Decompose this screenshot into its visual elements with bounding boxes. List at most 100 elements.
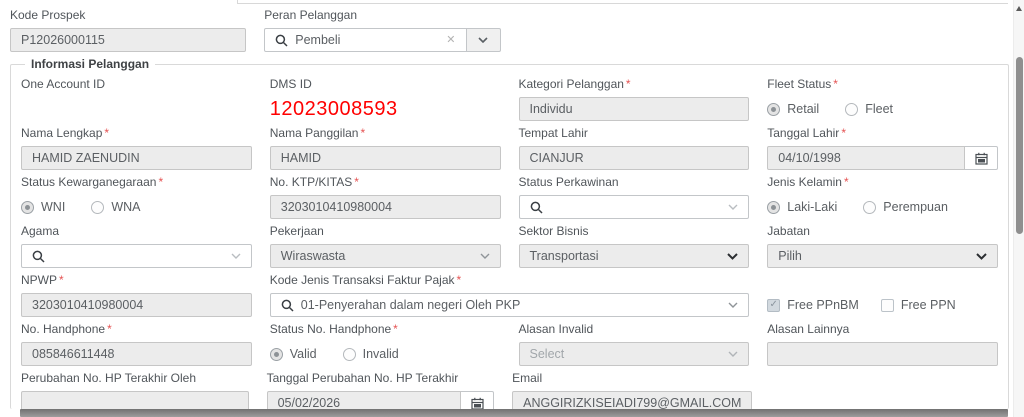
- radio-valid[interactable]: Valid: [270, 347, 317, 361]
- agama-combobox[interactable]: [21, 244, 252, 268]
- row-tax: NPWP* 3203010410980004 Kode Jenis Transa…: [21, 273, 998, 317]
- radio-icon: [21, 201, 34, 214]
- field-sektor-bisnis: Sektor Bisnis Transportasi: [519, 224, 750, 268]
- status-perkawinan-label: Status Perkawinan: [519, 175, 750, 189]
- clear-icon[interactable]: ✕: [446, 35, 455, 46]
- peran-pelanggan-input[interactable]: Pembeli ✕: [264, 28, 466, 52]
- jabatan-select[interactable]: Pilih: [767, 244, 998, 268]
- alasan-lainnya-label: Alasan Lainnya: [767, 322, 998, 336]
- one-account-id-value: [21, 97, 252, 121]
- tanggal-lahir-datepicker: 04/10/1998: [767, 146, 998, 170]
- field-npwp: NPWP* 3203010410980004: [21, 273, 252, 317]
- checkbox-unchecked-icon: [881, 299, 894, 312]
- npwp-label: NPWP*: [21, 273, 252, 287]
- radio-retail[interactable]: Retail: [767, 102, 819, 116]
- customer-form-page: Kode Prospek P12026000115 Peran Pelangga…: [0, 0, 1024, 417]
- field-free-tax-checkboxes: Free PPnBM Free PPN: [767, 273, 998, 317]
- top-row-spacer-1: [519, 8, 755, 52]
- free-ppnbm-checkbox[interactable]: Free PPnBM: [767, 298, 859, 312]
- field-jabatan: Jabatan Pilih: [767, 224, 998, 268]
- email-label: Email: [512, 371, 752, 385]
- peran-pelanggan-label: Peran Pelanggan: [264, 8, 500, 22]
- alasan-lainnya-input: [767, 342, 998, 366]
- required-asterisk: *: [393, 322, 398, 336]
- kode-jenis-transaksi-label: Kode Jenis Transaksi Faktur Pajak*: [270, 273, 750, 287]
- tax-checkbox-group: Free PPnBM Free PPN: [767, 293, 998, 317]
- field-kode-jenis-transaksi: Kode Jenis Transaksi Faktur Pajak* 01-Pe…: [270, 273, 750, 317]
- tanggal-lahir-calendar-button[interactable]: [965, 146, 998, 170]
- peran-pelanggan-combobox[interactable]: Pembeli ✕: [264, 28, 500, 52]
- field-status-kewarganegaraan: Status Kewarganegaraan* WNI WNA: [21, 175, 252, 219]
- tab-panel-top-border: [237, 3, 1008, 4]
- row-occupation: Agama Pekerjaan Wiraswasta Sektor Bi: [21, 224, 998, 268]
- status-kewarganegaraan-label: Status Kewarganegaraan*: [21, 175, 252, 189]
- search-icon: [275, 34, 288, 47]
- kode-prospek-label: Kode Prospek: [10, 8, 246, 22]
- required-asterisk: *: [158, 175, 163, 189]
- peran-pelanggan-value: Pembeli: [295, 33, 439, 47]
- radio-icon: [863, 201, 876, 214]
- sektor-bisnis-select[interactable]: Transportasi: [519, 244, 750, 268]
- chevron-down-icon: [231, 253, 241, 259]
- horizontal-scrollbar[interactable]: [20, 409, 1008, 417]
- required-asterisk: *: [104, 126, 109, 140]
- nama-lengkap-input: HAMID ZAENUDIN: [21, 146, 252, 170]
- chevron-down-icon: [728, 351, 738, 357]
- checkbox-checked-icon: [767, 299, 780, 312]
- required-asterisk: *: [457, 273, 462, 287]
- fleet-status-radio-group: Retail Fleet: [767, 97, 998, 121]
- field-fleet-status: Fleet Status* Retail Fleet: [767, 77, 998, 121]
- free-ppn-checkbox[interactable]: Free PPN: [881, 298, 956, 312]
- no-handphone-label: No. Handphone*: [21, 322, 252, 336]
- fleet-status-label: Fleet Status*: [767, 77, 998, 91]
- peran-pelanggan-dropdown-button[interactable]: [467, 28, 501, 52]
- field-dms-id: DMS ID 12023008593: [270, 77, 501, 121]
- radio-wna[interactable]: WNA: [91, 200, 140, 214]
- field-jenis-kelamin: Jenis Kelamin* Laki-Laki Perempuan: [767, 175, 998, 219]
- radio-perempuan[interactable]: Perempuan: [863, 200, 948, 214]
- required-asterisk: *: [59, 273, 64, 287]
- search-icon: [530, 201, 543, 214]
- field-no-handphone: No. Handphone* 085846611448: [21, 322, 252, 366]
- radio-fleet[interactable]: Fleet: [845, 102, 893, 116]
- field-pekerjaan: Pekerjaan Wiraswasta: [270, 224, 501, 268]
- scrollbar-thumb[interactable]: [1016, 57, 1023, 234]
- form-content: Kode Prospek P12026000115 Peran Pelangga…: [10, 8, 1009, 409]
- no-handphone-input: 085846611448: [21, 342, 252, 366]
- field-peran-pelanggan: Peran Pelanggan Pembeli ✕: [264, 8, 500, 52]
- top-row: Kode Prospek P12026000115 Peran Pelangga…: [10, 8, 1009, 52]
- chevron-down-icon: [728, 302, 738, 308]
- scroll-up-arrow-icon[interactable]: [1016, 6, 1022, 11]
- one-account-id-label: One Account ID: [21, 77, 252, 91]
- radio-laki-laki[interactable]: Laki-Laki: [767, 200, 837, 214]
- radio-invalid[interactable]: Invalid: [343, 347, 399, 361]
- alasan-invalid-label: Alasan Invalid: [519, 322, 750, 336]
- status-perkawinan-combobox[interactable]: [519, 195, 750, 219]
- alasan-invalid-placeholder: Select: [530, 347, 565, 361]
- dms-id-value: 12023008593: [270, 97, 501, 121]
- radio-icon: [343, 348, 356, 361]
- radio-wni[interactable]: WNI: [21, 200, 65, 214]
- kode-jenis-transaksi-combobox[interactable]: 01-Penyerahan dalam negeri Oleh PKP: [270, 293, 750, 317]
- row-citizenship: Status Kewarganegaraan* WNI WNA No. KTP/…: [21, 175, 998, 219]
- required-asterisk: *: [626, 77, 631, 91]
- no-ktp-kitas-input: 3203010410980004: [270, 195, 501, 219]
- required-asterisk: *: [360, 126, 365, 140]
- sektor-bisnis-label: Sektor Bisnis: [519, 224, 750, 238]
- chevron-down-icon: [478, 37, 488, 43]
- row-phone: No. Handphone* 085846611448 Status No. H…: [21, 322, 998, 366]
- field-tanggal-lahir: Tanggal Lahir* 04/10/1998: [767, 126, 998, 170]
- chevron-down-icon: [727, 253, 738, 260]
- vertical-scrollbar[interactable]: [1013, 0, 1024, 417]
- tab-panel-notch: [237, 0, 238, 4]
- pekerjaan-select[interactable]: Wiraswasta: [270, 244, 501, 268]
- field-nama-lengkap: Nama Lengkap* HAMID ZAENUDIN: [21, 126, 252, 170]
- pekerjaan-label: Pekerjaan: [270, 224, 501, 238]
- calendar-icon: [975, 152, 988, 165]
- field-kode-prospek: Kode Prospek P12026000115: [10, 8, 246, 52]
- alasan-invalid-select: Select: [519, 342, 750, 366]
- tempat-lahir-input: CIANJUR: [519, 146, 750, 170]
- kategori-pelanggan-label: Kategori Pelanggan*: [519, 77, 750, 91]
- field-one-account-id: One Account ID: [21, 77, 252, 121]
- chevron-down-icon: [976, 253, 987, 260]
